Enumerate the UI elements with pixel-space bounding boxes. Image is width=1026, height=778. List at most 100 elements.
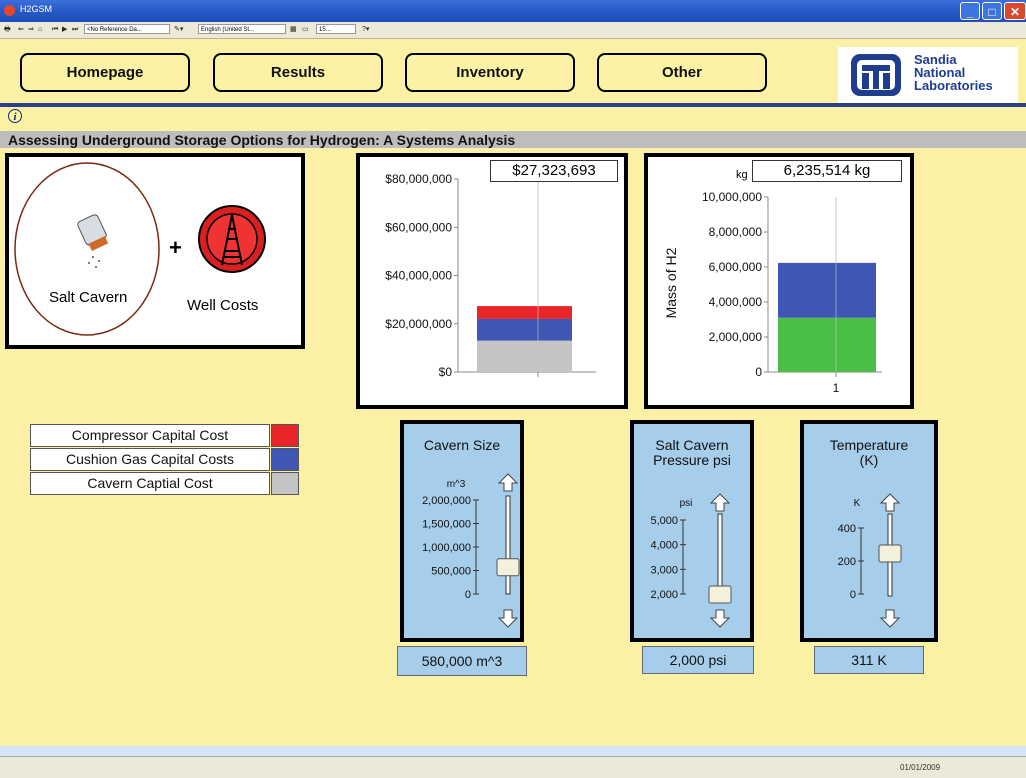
slider-tick-label: 5,000 (650, 515, 678, 527)
minimize-button[interactable]: _ (960, 2, 980, 20)
back-icon[interactable]: ⇐ (18, 24, 24, 35)
plus-sign: + (169, 235, 182, 260)
temperature-slider[interactable]: K 400 200 0 (804, 424, 934, 638)
slider-tick-label: 3,000 (650, 564, 678, 576)
header-divider (0, 103, 1026, 107)
cost-chart: $0 $20,000,000 $40,000,000 $60,000,000 $80,0… (385, 172, 596, 379)
mass-unit-label: kg (736, 169, 748, 181)
up-arrow-icon[interactable] (709, 493, 731, 512)
bar-segment-0 (477, 340, 572, 372)
slider-tick-label: 1,500,000 (422, 519, 471, 531)
page-title: Assessing Underground Storage Options fo… (8, 132, 516, 148)
legend-item-compressor: Compressor Capital Cost (30, 424, 300, 447)
language-dropdown[interactable]: English (United St... (198, 24, 286, 34)
bar-segment-0 (778, 317, 876, 372)
legend-label: Compressor Capital Cost (30, 424, 270, 447)
mass-chart-panel: 0 2,000,000 4,000,000 6,000,000 8,000,000 10,… (644, 153, 914, 409)
horizontal-scrollbar[interactable] (0, 746, 1026, 756)
slider-unit-label: psi (680, 498, 693, 509)
cost-chart-panel: $0 $20,000,000 $40,000,000 $60,000,000 $80,0… (356, 153, 628, 409)
slider-tick-label: 2,000,000 (422, 495, 471, 507)
slider-tick-label: 1,000,000 (422, 542, 471, 554)
home-icon[interactable]: ⌂ (38, 24, 42, 35)
legend-item-cushion-gas: Cushion Gas Capital Costs (30, 448, 300, 471)
legend-swatch-red (271, 424, 299, 447)
y-tick-label: 6,000,000 (709, 260, 763, 274)
salt-cavern-label: Salt Cavern (49, 289, 128, 306)
up-arrow-icon[interactable] (879, 493, 901, 512)
status-bar: 01/01/2009 (0, 756, 1026, 778)
y-tick-label: 8,000,000 (709, 225, 763, 239)
window-title: H2GSM (20, 4, 53, 14)
slider-tick-label: 4,000 (650, 540, 678, 552)
legend-item-cavern: Cavern Captial Cost (30, 472, 300, 495)
maximize-button[interactable]: □ (982, 2, 1002, 20)
zoom-dropdown[interactable]: 15... (316, 24, 356, 34)
results-button[interactable]: Results (213, 53, 383, 92)
slider-unit-label: m^3 (447, 479, 466, 490)
y-tick-label: 0 (755, 365, 762, 379)
slider-thumb[interactable] (878, 544, 902, 563)
temperature-readout: 311 K (814, 646, 924, 674)
slider-tick-label: 500,000 (431, 566, 471, 578)
cavern-size-readout: 580,000 m^3 (397, 646, 527, 676)
window-icon[interactable]: ▭ (302, 24, 309, 35)
reference-dropdown[interactable]: <No Reference Da... (84, 24, 170, 34)
first-icon[interactable]: ⏮ (52, 24, 58, 35)
slider-unit-label: K (854, 498, 861, 509)
bar-segment-2 (477, 306, 572, 319)
slider-tick-label: 0 (850, 589, 856, 601)
inventory-button[interactable]: Inventory (405, 53, 575, 92)
slider-thumb[interactable] (708, 585, 732, 604)
slider-tick-label: 200 (838, 556, 856, 568)
temperature-slider-panel: Temperature (K) K 400 200 0 (800, 420, 938, 642)
y-tick-label: 4,000,000 (709, 295, 763, 309)
sandia-logo: Sandia National Laboratories (838, 47, 1018, 103)
cavern-size-slider[interactable]: m^3 2,000,000 1,500,000 1,000,000 500,000 0 (404, 424, 520, 638)
x-tick-label: 1 (833, 381, 840, 395)
tool-icon[interactable]: ✎▾ (174, 24, 183, 35)
other-button[interactable]: Other (597, 53, 767, 92)
pressure-slider-panel: Salt Cavern Pressure psi psi 5,000 4,000 3,… (630, 420, 754, 642)
toolbar: 🖶 ⇐ ⇒ ⌂ ⏮ ▶ ⏭ <No Reference Da... ✎▾ Eng… (0, 22, 1026, 39)
info-icon[interactable]: i (8, 109, 22, 123)
cavern-size-slider-panel: Cavern Size m^3 2,000,000 1,500,000 1,000,0… (400, 420, 524, 642)
y-tick-label: $0 (439, 365, 453, 379)
forward-icon[interactable]: ⇒ (28, 24, 34, 35)
up-arrow-icon[interactable] (497, 473, 519, 492)
thunderbird-logo-icon (851, 54, 901, 96)
down-arrow-icon[interactable] (497, 609, 519, 628)
help-icon[interactable]: ?▾ (362, 24, 369, 35)
homepage-button[interactable]: Homepage (20, 53, 190, 92)
y-axis-label: Mass of H2 (663, 247, 679, 318)
mass-chart: 0 2,000,000 4,000,000 6,000,000 8,000,000 10,… (663, 190, 882, 395)
legend-swatch-gray (271, 472, 299, 495)
y-tick-label: $80,000,000 (385, 172, 452, 186)
cost-total-readout: $27,323,693 (490, 160, 618, 182)
storage-diagram (14, 162, 266, 336)
down-arrow-icon[interactable] (709, 609, 731, 628)
slider-tick-label: 2,000 (650, 589, 678, 601)
y-tick-label: $40,000,000 (385, 269, 452, 283)
legend-swatch-blue (271, 448, 299, 471)
slider-thumb[interactable] (496, 558, 520, 577)
y-tick-label: $20,000,000 (385, 317, 452, 331)
y-tick-label: 2,000,000 (709, 330, 763, 344)
pressure-slider[interactable]: psi5,000 4,000 3,000 2,000 (634, 424, 750, 638)
app-icon (4, 5, 15, 16)
graph-icon[interactable]: ▦ (290, 24, 297, 35)
y-tick-label: $60,000,000 (385, 220, 452, 234)
play-icon[interactable]: ▶ (62, 24, 67, 35)
print-icon[interactable]: 🖶 (4, 24, 11, 35)
pressure-readout: 2,000 psi (642, 646, 754, 674)
drilling-rig-icon (198, 205, 266, 273)
window-title-bar: H2GSM _ □ ✕ (0, 0, 1026, 22)
slider-tick-label: 0 (465, 589, 471, 601)
close-button[interactable]: ✕ (1004, 2, 1026, 20)
down-arrow-icon[interactable] (879, 609, 901, 628)
y-tick-label: 10,000,000 (702, 190, 762, 204)
well-costs-label: Well Costs (187, 297, 259, 314)
last-icon[interactable]: ⏭ (72, 24, 78, 35)
storage-diagram-panel: Salt Cavern + Well Costs (5, 153, 305, 349)
mass-total-readout: 6,235,514 kg (752, 160, 902, 182)
